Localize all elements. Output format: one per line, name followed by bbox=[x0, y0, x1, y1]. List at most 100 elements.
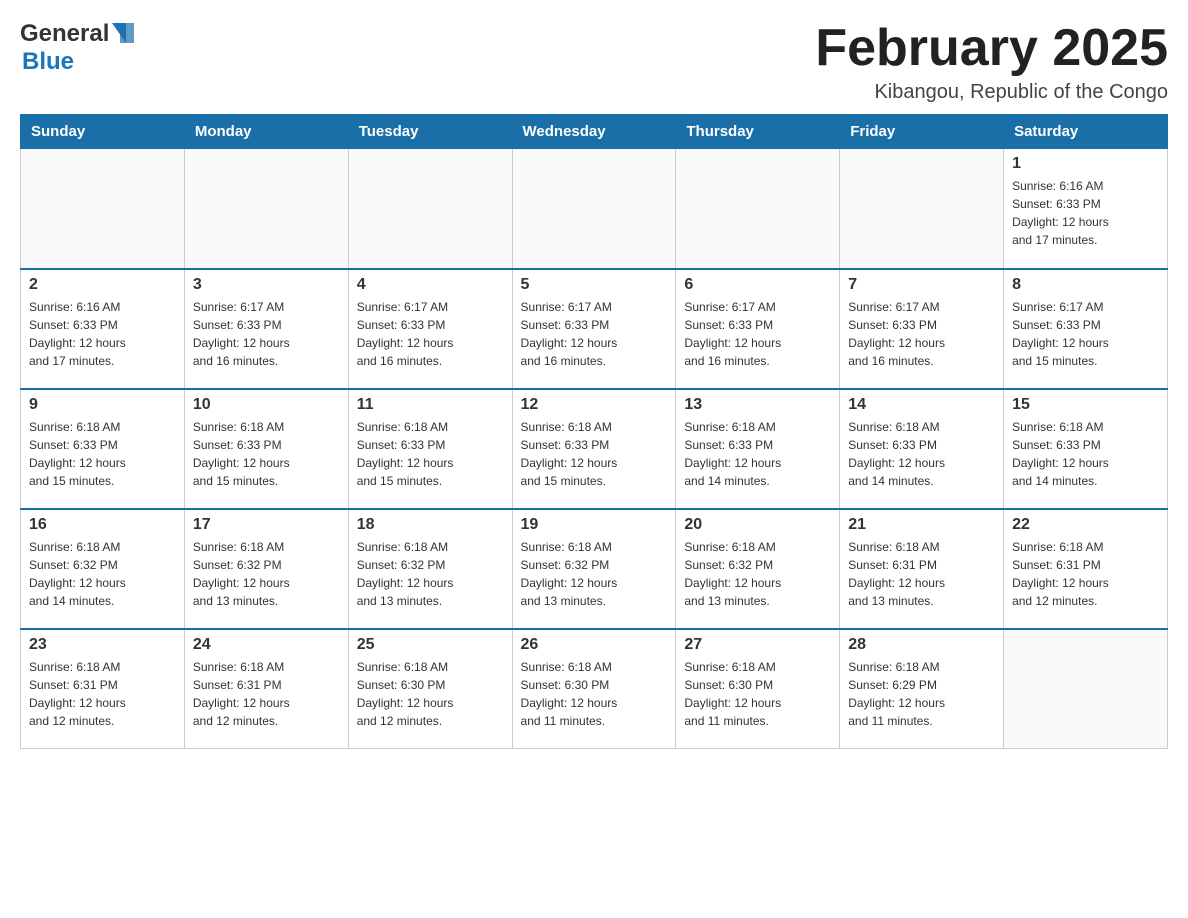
day-info: Sunrise: 6:18 AM Sunset: 6:31 PM Dayligh… bbox=[29, 658, 176, 730]
calendar-day: 17 Sunrise: 6:18 AM Sunset: 6:32 PM Dayli… bbox=[184, 509, 348, 629]
day-number: 4 bbox=[357, 276, 504, 294]
day-info: Sunrise: 6:18 AM Sunset: 6:30 PM Dayligh… bbox=[521, 658, 668, 730]
day-info: Sunrise: 6:18 AM Sunset: 6:31 PM Dayligh… bbox=[848, 538, 995, 610]
day-number: 15 bbox=[1012, 396, 1159, 414]
page-header: General Blue February 2025 Kibangou, Rep… bbox=[20, 20, 1168, 104]
logo: General Blue bbox=[20, 20, 134, 76]
day-number: 20 bbox=[684, 516, 831, 534]
day-number: 13 bbox=[684, 396, 831, 414]
day-number: 25 bbox=[357, 636, 504, 654]
day-info: Sunrise: 6:16 AM Sunset: 6:33 PM Dayligh… bbox=[1012, 177, 1159, 249]
logo-arrow-icon bbox=[112, 23, 134, 48]
day-info: Sunrise: 6:18 AM Sunset: 6:32 PM Dayligh… bbox=[357, 538, 504, 610]
calendar-day: 7 Sunrise: 6:17 AM Sunset: 6:33 PM Daylig… bbox=[840, 269, 1004, 389]
location-text: Kibangou, Republic of the Congo bbox=[815, 81, 1168, 104]
weekday-header-row: SundayMondayTuesdayWednesdayThursdayFrid… bbox=[21, 115, 1168, 149]
calendar-day: 4Sunrise: 6:17 AM Sunset: 6:33 PM Daylig… bbox=[348, 269, 512, 389]
day-number: 21 bbox=[848, 516, 995, 534]
day-info: Sunrise: 6:17 AM Sunset: 6:33 PM Dayligh… bbox=[1012, 298, 1159, 370]
day-number: 24 bbox=[193, 636, 340, 654]
day-number: 12 bbox=[521, 396, 668, 414]
day-number: 5 bbox=[521, 276, 668, 294]
calendar-day: 28 Sunrise: 6:18 AM Sunset: 6:29 PM Dayli… bbox=[840, 629, 1004, 749]
weekday-header-saturday: Saturday bbox=[1004, 115, 1168, 149]
day-number: 14 bbox=[848, 396, 995, 414]
day-info: Sunrise: 6:18 AM Sunset: 6:29 PM Dayligh… bbox=[848, 658, 995, 730]
month-title: February 2025 bbox=[815, 20, 1168, 77]
calendar-day: 18 Sunrise: 6:18 AM Sunset: 6:32 PM Dayli… bbox=[348, 509, 512, 629]
calendar-day: 3 Sunrise: 6:17 AM Sunset: 6:33 PM Daylig… bbox=[184, 269, 348, 389]
day-info: Sunrise: 6:18 AM Sunset: 6:33 PM Dayligh… bbox=[848, 418, 995, 490]
day-info: Sunrise: 6:17 AM Sunset: 6:33 PM Dayligh… bbox=[193, 298, 340, 370]
day-info: Sunrise: 6:18 AM Sunset: 6:33 PM Dayligh… bbox=[684, 418, 831, 490]
weekday-header-tuesday: Tuesday bbox=[348, 115, 512, 149]
day-number: 19 bbox=[521, 516, 668, 534]
calendar-day bbox=[676, 149, 840, 269]
calendar-day: 9 Sunrise: 6:18 AM Sunset: 6:33 PM Daylig… bbox=[21, 389, 185, 509]
day-number: 9 bbox=[29, 396, 176, 414]
week-row-4: 16 Sunrise: 6:18 AM Sunset: 6:32 PM Dayli… bbox=[21, 509, 1168, 629]
day-info: Sunrise: 6:18 AM Sunset: 6:33 PM Dayligh… bbox=[521, 418, 668, 490]
calendar-day: 12 Sunrise: 6:18 AM Sunset: 6:33 PM Dayli… bbox=[512, 389, 676, 509]
day-info: Sunrise: 6:18 AM Sunset: 6:32 PM Dayligh… bbox=[684, 538, 831, 610]
day-info: Sunrise: 6:16 AM Sunset: 6:33 PM Dayligh… bbox=[29, 298, 176, 370]
title-area: February 2025 Kibangou, Republic of the … bbox=[815, 20, 1168, 104]
calendar-day: 6Sunrise: 6:17 AM Sunset: 6:33 PM Daylig… bbox=[676, 269, 840, 389]
calendar-day: 15 Sunrise: 6:18 AM Sunset: 6:33 PM Dayli… bbox=[1004, 389, 1168, 509]
calendar-day: 5Sunrise: 6:17 AM Sunset: 6:33 PM Daylig… bbox=[512, 269, 676, 389]
day-number: 22 bbox=[1012, 516, 1159, 534]
calendar-day: 10Sunrise: 6:18 AM Sunset: 6:33 PM Dayli… bbox=[184, 389, 348, 509]
day-number: 23 bbox=[29, 636, 176, 654]
calendar-day: 8 Sunrise: 6:17 AM Sunset: 6:33 PM Daylig… bbox=[1004, 269, 1168, 389]
weekday-header-wednesday: Wednesday bbox=[512, 115, 676, 149]
weekday-header-thursday: Thursday bbox=[676, 115, 840, 149]
day-info: Sunrise: 6:18 AM Sunset: 6:32 PM Dayligh… bbox=[521, 538, 668, 610]
day-info: Sunrise: 6:18 AM Sunset: 6:33 PM Dayligh… bbox=[1012, 418, 1159, 490]
week-row-5: 23 Sunrise: 6:18 AM Sunset: 6:31 PM Dayli… bbox=[21, 629, 1168, 749]
day-number: 26 bbox=[521, 636, 668, 654]
day-number: 11 bbox=[357, 396, 504, 414]
day-number: 28 bbox=[848, 636, 995, 654]
day-number: 17 bbox=[193, 516, 340, 534]
day-number: 27 bbox=[684, 636, 831, 654]
day-info: Sunrise: 6:17 AM Sunset: 6:33 PM Dayligh… bbox=[848, 298, 995, 370]
day-number: 6 bbox=[684, 276, 831, 294]
calendar-day bbox=[348, 149, 512, 269]
day-number: 2 bbox=[29, 276, 176, 294]
day-number: 1 bbox=[1012, 155, 1159, 173]
weekday-header-monday: Monday bbox=[184, 115, 348, 149]
weekday-header-sunday: Sunday bbox=[21, 115, 185, 149]
calendar-day: 27 Sunrise: 6:18 AM Sunset: 6:30 PM Dayli… bbox=[676, 629, 840, 749]
day-number: 7 bbox=[848, 276, 995, 294]
day-number: 16 bbox=[29, 516, 176, 534]
calendar-day bbox=[1004, 629, 1168, 749]
calendar-table: SundayMondayTuesdayWednesdayThursdayFrid… bbox=[20, 114, 1168, 749]
day-info: Sunrise: 6:18 AM Sunset: 6:33 PM Dayligh… bbox=[357, 418, 504, 490]
week-row-1: 1 Sunrise: 6:16 AM Sunset: 6:33 PM Daylig… bbox=[21, 149, 1168, 269]
calendar-day bbox=[184, 149, 348, 269]
day-number: 3 bbox=[193, 276, 340, 294]
weekday-header-friday: Friday bbox=[840, 115, 1004, 149]
day-number: 18 bbox=[357, 516, 504, 534]
day-info: Sunrise: 6:18 AM Sunset: 6:33 PM Dayligh… bbox=[193, 418, 340, 490]
day-info: Sunrise: 6:18 AM Sunset: 6:30 PM Dayligh… bbox=[684, 658, 831, 730]
calendar-day: 13 Sunrise: 6:18 AM Sunset: 6:33 PM Dayli… bbox=[676, 389, 840, 509]
day-info: Sunrise: 6:18 AM Sunset: 6:31 PM Dayligh… bbox=[1012, 538, 1159, 610]
calendar-day: 1 Sunrise: 6:16 AM Sunset: 6:33 PM Daylig… bbox=[1004, 149, 1168, 269]
day-info: Sunrise: 6:18 AM Sunset: 6:32 PM Dayligh… bbox=[29, 538, 176, 610]
calendar-day: 22 Sunrise: 6:18 AM Sunset: 6:31 PM Dayli… bbox=[1004, 509, 1168, 629]
calendar-day: 16 Sunrise: 6:18 AM Sunset: 6:32 PM Dayli… bbox=[21, 509, 185, 629]
week-row-2: 2 Sunrise: 6:16 AM Sunset: 6:33 PM Daylig… bbox=[21, 269, 1168, 389]
calendar-day bbox=[21, 149, 185, 269]
calendar-day bbox=[840, 149, 1004, 269]
calendar-day: 20 Sunrise: 6:18 AM Sunset: 6:32 PM Dayli… bbox=[676, 509, 840, 629]
day-number: 8 bbox=[1012, 276, 1159, 294]
logo-general-text: General bbox=[20, 20, 109, 48]
calendar-day: 24Sunrise: 6:18 AM Sunset: 6:31 PM Dayli… bbox=[184, 629, 348, 749]
calendar-day: 11 Sunrise: 6:18 AM Sunset: 6:33 PM Dayli… bbox=[348, 389, 512, 509]
day-info: Sunrise: 6:18 AM Sunset: 6:32 PM Dayligh… bbox=[193, 538, 340, 610]
day-info: Sunrise: 6:18 AM Sunset: 6:30 PM Dayligh… bbox=[357, 658, 504, 730]
day-info: Sunrise: 6:18 AM Sunset: 6:33 PM Dayligh… bbox=[29, 418, 176, 490]
calendar-day: 19 Sunrise: 6:18 AM Sunset: 6:32 PM Dayli… bbox=[512, 509, 676, 629]
calendar-day: 23 Sunrise: 6:18 AM Sunset: 6:31 PM Dayli… bbox=[21, 629, 185, 749]
